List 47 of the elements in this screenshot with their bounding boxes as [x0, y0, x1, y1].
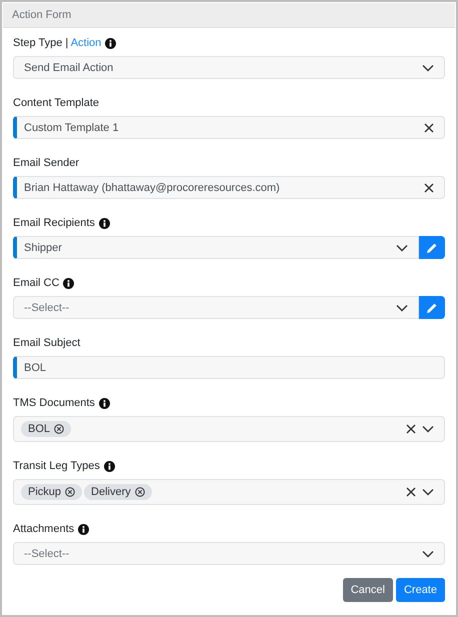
info-icon — [98, 218, 110, 228]
field-label: Step Type | Action — [13, 37, 102, 49]
field-label: Content Template — [13, 97, 100, 109]
edit-button[interactable] — [419, 296, 445, 319]
dropdown-field[interactable]: --Select-- — [13, 296, 419, 319]
create-button[interactable]: Create — [396, 578, 445, 602]
pencil-icon — [426, 242, 438, 254]
field-label: Transit Leg Types — [13, 460, 100, 472]
field-label: Email Recipients — [13, 217, 95, 229]
dropdown-field[interactable]: Send Email Action — [13, 56, 445, 79]
info-icon — [104, 460, 115, 472]
chevron-down-icon[interactable] — [396, 304, 408, 312]
remove-icon[interactable] — [134, 487, 145, 497]
chevron-down-icon[interactable] — [422, 425, 434, 433]
pencil-icon — [426, 302, 438, 314]
text-field[interactable]: BOL — [13, 356, 445, 379]
dropdown-field[interactable]: --Select-- — [13, 542, 445, 565]
chevron-down-icon[interactable] — [422, 550, 434, 558]
remove-icon[interactable] — [65, 487, 76, 497]
multi-select-field[interactable]: BOL — [13, 416, 445, 442]
dropdown-field[interactable]: Shipper — [13, 236, 419, 259]
info-icon — [98, 398, 110, 408]
edit-button[interactable] — [419, 236, 445, 259]
text-field[interactable]: Custom Template 1 — [13, 116, 445, 139]
tag-chip: Delivery — [84, 484, 152, 500]
chevron-down-icon[interactable] — [396, 244, 408, 252]
tag-chip: Pickup — [21, 484, 82, 500]
clear-icon[interactable] — [406, 424, 416, 434]
field-label: Email CC — [13, 277, 60, 289]
remove-icon[interactable] — [54, 424, 64, 434]
field-label: Email Sender — [13, 157, 80, 169]
text-field[interactable]: Brian Hattaway (bhattaway@procoreresources.com) — [13, 176, 445, 199]
field-label: TMS Documents — [13, 397, 95, 409]
info-icon — [63, 278, 74, 288]
tag-chip: BOL — [21, 421, 72, 437]
clear-icon[interactable] — [424, 122, 434, 132]
multi-select-field[interactable]: Pickup Delivery — [13, 479, 445, 505]
chevron-down-icon[interactable] — [422, 488, 434, 496]
info-icon — [105, 38, 116, 48]
info-icon — [78, 524, 90, 534]
field-label: Attachments — [13, 523, 74, 535]
panel-header: Action Form — [3, 3, 455, 28]
clear-icon[interactable] — [424, 182, 434, 192]
chevron-down-icon[interactable] — [422, 64, 434, 72]
cancel-button[interactable]: Cancel — [342, 578, 393, 602]
field-label: Email Subject — [13, 337, 80, 349]
clear-icon[interactable] — [406, 487, 416, 497]
